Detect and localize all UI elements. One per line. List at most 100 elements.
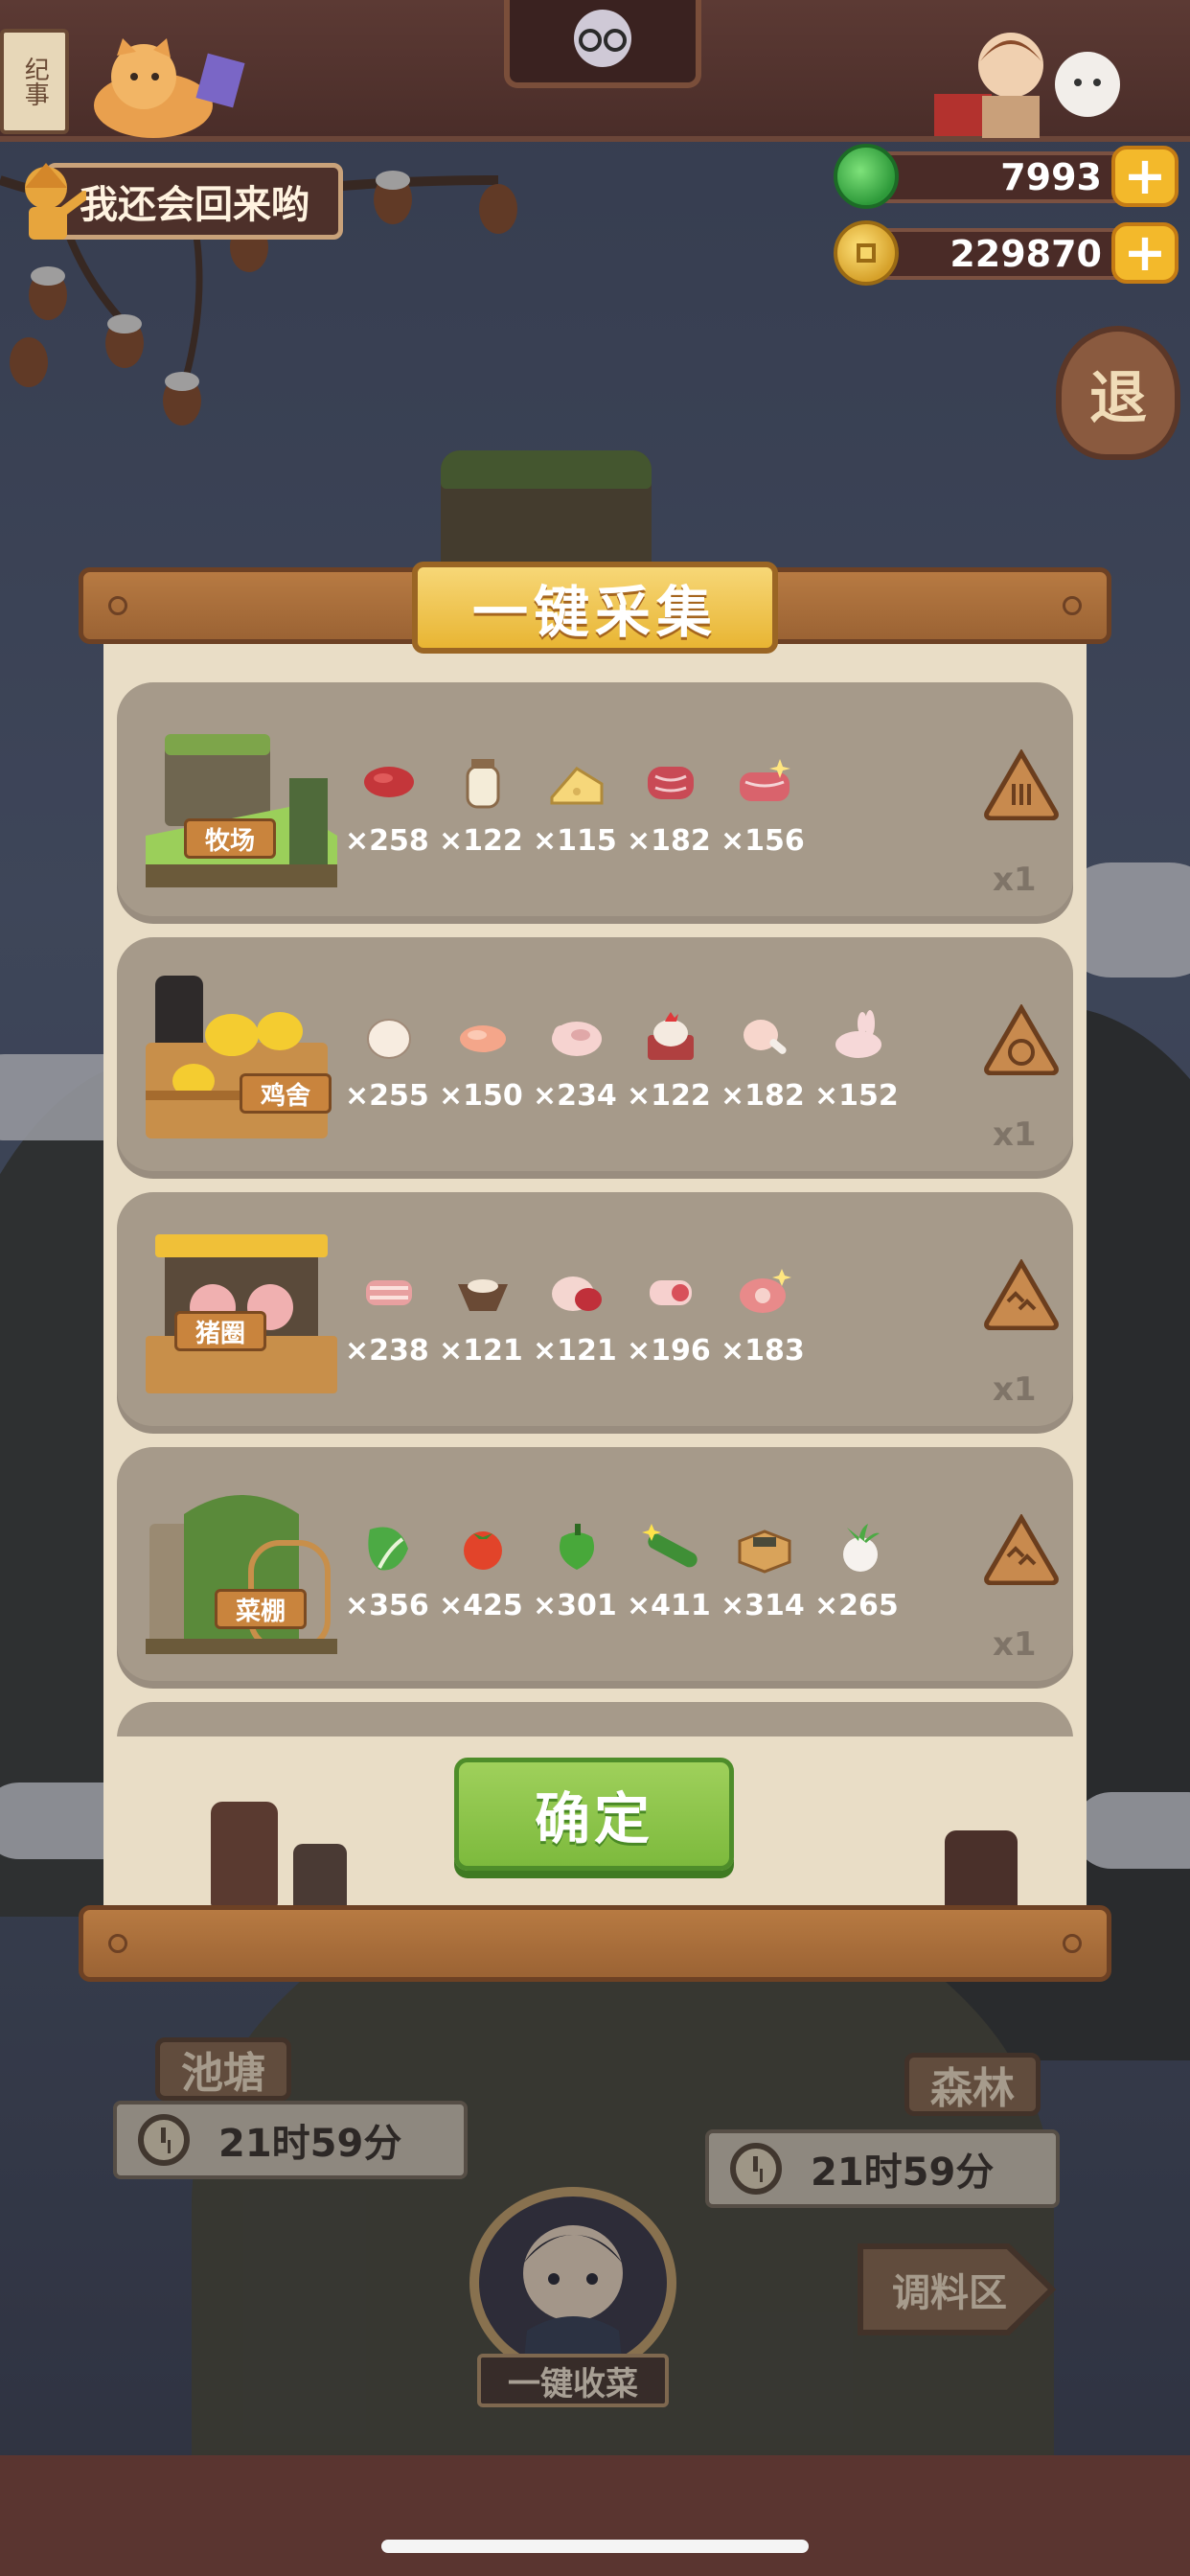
beef-icon	[364, 767, 414, 797]
top-right-characters-icon	[934, 33, 1120, 138]
list-item: 鸡舍 ×255 ×150 ×234 ×122 ×182 ×152 x1	[117, 937, 1073, 1179]
item: ×265	[814, 1482, 906, 1622]
building-label: 鸡舍	[240, 1073, 332, 1114]
item: ×156	[721, 717, 812, 858]
rooster-icon	[648, 1012, 694, 1060]
tomato-icon	[464, 1531, 502, 1570]
upgrade-badge-icon[interactable]	[983, 1514, 1060, 1585]
item-quantity: ×152	[814, 1079, 899, 1113]
return-banner[interactable]: 我还会回来哟	[8, 159, 345, 243]
pork-belly-icon	[366, 1280, 412, 1305]
premium-steak-icon	[740, 759, 790, 801]
modal-bottom-board	[79, 1905, 1111, 1982]
item: ×196	[627, 1227, 719, 1368]
radish-icon	[843, 1524, 880, 1572]
modal-title: 一键采集	[412, 562, 778, 654]
upgrade-badge-icon[interactable]	[983, 749, 1060, 820]
exit-label: 退	[1089, 364, 1147, 432]
nail-icon	[108, 1934, 127, 1953]
collect-list[interactable]: 牧场 ×258 ×122 ×115 ×182 ×156 x1 鸡舍 ×255 ×…	[113, 682, 1077, 1736]
item-quantity: ×411	[627, 1589, 711, 1622]
pointing-character-icon	[25, 163, 86, 240]
pork-chop-icon	[552, 1276, 602, 1311]
pork-stew-icon	[458, 1279, 508, 1311]
pepper-icon	[560, 1524, 594, 1570]
building-label: 牧场	[184, 818, 276, 859]
upgrade-badge-icon[interactable]	[983, 1004, 1060, 1075]
list-item: 菜棚 ×356 ×425 ×301 ×411 ×314 ×265 x1	[117, 1447, 1073, 1689]
item-quantity: ×356	[345, 1589, 429, 1622]
item-quantity: ×265	[814, 1589, 899, 1622]
add-coin-button[interactable]: +	[1111, 222, 1179, 284]
item-quantity: ×314	[721, 1589, 805, 1622]
tofu-box-icon	[738, 1530, 791, 1574]
item-quantity: ×156	[721, 824, 805, 858]
item: ×258	[345, 717, 437, 858]
item: ×356	[345, 1482, 437, 1622]
coin-amount: 229870	[950, 233, 1102, 275]
ham-icon	[740, 1269, 791, 1313]
item: ×411	[627, 1482, 719, 1622]
item: ×301	[533, 1482, 625, 1622]
jade-coin-icon	[834, 144, 899, 209]
item-quantity: ×301	[533, 1589, 617, 1622]
item: ×182	[627, 717, 719, 858]
cheese-icon	[550, 767, 604, 805]
item: ×425	[439, 1482, 531, 1622]
item-quantity: ×234	[533, 1079, 617, 1113]
jade-currency: 7993 +	[834, 142, 1180, 209]
exit-button[interactable]: 退	[1056, 326, 1180, 460]
book-sign-label: 纪事	[20, 57, 50, 106]
badge-count: x1	[993, 1116, 1037, 1154]
banner-text: 我还会回来哟	[46, 163, 343, 240]
item-quantity: ×115	[533, 824, 617, 858]
item-quantity: ×182	[721, 1079, 805, 1113]
building-label: 菜棚	[215, 1589, 307, 1629]
jar-decoration	[211, 1802, 278, 1907]
cucumber-icon	[642, 1524, 698, 1568]
glasses-character-icon	[574, 10, 631, 67]
list-item: 牧场 ×258 ×122 ×115 ×182 ×156 x1	[117, 682, 1073, 924]
list-item: 猪圈 ×238 ×121 ×121 ×196 ×183 x1	[117, 1192, 1073, 1434]
item: ×183	[721, 1227, 812, 1368]
item-quantity: ×121	[533, 1334, 617, 1368]
jar-decoration	[945, 1830, 1018, 1911]
item-quantity: ×121	[439, 1334, 523, 1368]
item-quantity: ×150	[439, 1079, 523, 1113]
item-quantity: ×196	[627, 1334, 711, 1368]
upgrade-badge-icon[interactable]	[983, 1259, 1060, 1330]
item: ×122	[439, 717, 531, 858]
jar-decoration	[293, 1844, 347, 1911]
jade-amount: 7993	[1000, 156, 1102, 198]
item: ×238	[345, 1227, 437, 1368]
add-jade-button[interactable]: +	[1111, 146, 1179, 207]
item-quantity: ×258	[345, 824, 429, 858]
bottom-bar	[0, 2455, 1190, 2576]
confirm-label: 确定	[534, 1786, 653, 1852]
item: ×122	[627, 972, 719, 1113]
item: ×150	[439, 972, 531, 1113]
badge-count: x1	[993, 1625, 1037, 1664]
confirm-button[interactable]: 确定	[454, 1758, 734, 1871]
nail-icon	[1063, 596, 1082, 615]
item-quantity: ×183	[721, 1334, 805, 1368]
item: ×152	[814, 972, 906, 1113]
item-quantity: ×182	[627, 824, 711, 858]
item-quantity: ×425	[439, 1589, 523, 1622]
item: ×121	[533, 1227, 625, 1368]
item: ×121	[439, 1227, 531, 1368]
chicken-breast-icon	[460, 1025, 506, 1052]
home-indicator[interactable]	[381, 2540, 809, 2553]
list-item	[117, 1702, 1073, 1736]
plus-icon: +	[1123, 146, 1167, 206]
copper-coin-icon	[834, 220, 899, 286]
building-label: 猪圈	[174, 1311, 266, 1351]
top-center-character-frame[interactable]	[504, 0, 701, 88]
chronicle-book-button[interactable]: 纪事	[0, 29, 69, 134]
milk-jar-icon	[466, 759, 500, 809]
nail-icon	[1063, 1934, 1082, 1953]
pasture-building-icon	[146, 734, 337, 887]
rabbit-icon	[835, 1010, 881, 1058]
badge-count: x1	[993, 1370, 1037, 1409]
chicken-coop-building-icon	[146, 976, 328, 1138]
